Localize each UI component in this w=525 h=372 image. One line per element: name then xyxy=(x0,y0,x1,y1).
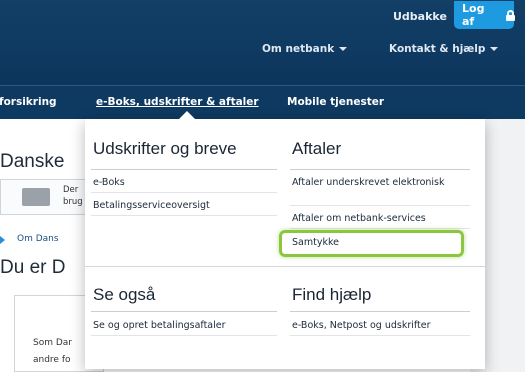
separator xyxy=(91,215,277,216)
info-text-line-2: andre fo xyxy=(33,355,71,365)
link-aftaler-underskrevet[interactable]: Aftaler underskrevet elektronisk xyxy=(292,177,462,189)
link-eboks[interactable]: e-Boks xyxy=(93,177,125,189)
arrow-right-icon xyxy=(0,236,5,244)
eboks-dropdown-menu: Udskrifter og breve e-Boks Betalingsserv… xyxy=(85,119,485,369)
menu-item-forsikring[interactable]: forsikring xyxy=(0,96,57,108)
link-eboks-netpost[interactable]: e-Boks, Netpost og udskrifter xyxy=(292,320,431,332)
info-text-line-1: Som Dar xyxy=(33,338,72,348)
find-hjaelp-rule xyxy=(290,311,470,312)
se-ogsaa-heading: Se også xyxy=(93,285,156,304)
dropdown-divider xyxy=(85,266,485,267)
se-ogsaa-rule xyxy=(91,311,277,312)
separator xyxy=(91,192,277,193)
om-danske-link[interactable]: Om Dans xyxy=(17,234,59,244)
user-name: Udbakke xyxy=(393,10,447,23)
link-betalingsaftaler[interactable]: Se og opret betalingsaftaler xyxy=(93,320,226,332)
samtykke-highlight xyxy=(279,230,464,257)
menu-item-eboks[interactable]: e-Boks, udskrifter & aftaler xyxy=(96,96,259,108)
find-hjaelp-heading: Find hjælp xyxy=(292,285,372,304)
promo-text-line-1: Der xyxy=(63,185,79,195)
nav-kontakt-label: Kontakt & hjælp xyxy=(389,43,486,55)
chevron-down-icon xyxy=(490,47,499,51)
logoff-label: Log af xyxy=(462,2,485,28)
separator xyxy=(290,205,470,206)
aftaler-heading: Aftaler xyxy=(292,139,342,158)
header-bar: Udbakke Log af Om netbank Kontakt & hjæl… xyxy=(0,0,525,85)
menu-pointer xyxy=(179,111,195,119)
separator xyxy=(290,335,470,336)
chevron-down-icon xyxy=(339,47,348,51)
menu-item-mobile[interactable]: Mobile tjenester xyxy=(287,96,384,108)
nav-om-netbank-label: Om netbank xyxy=(262,43,335,55)
main-menu-bar: forsikring e-Boks, udskrifter & aftaler … xyxy=(0,85,525,119)
link-aftaler-netbank-services[interactable]: Aftaler om netbank-services xyxy=(292,213,426,225)
nav-kontakt-hjaelp[interactable]: Kontakt & hjælp xyxy=(389,43,499,55)
section-heading: Du er D xyxy=(0,257,66,278)
separator xyxy=(91,335,277,336)
link-betalingsserviceoversigt[interactable]: Betalingsserviceoversigt xyxy=(93,200,210,212)
udskrifter-heading: Udskrifter og breve xyxy=(93,139,237,158)
aftaler-rule xyxy=(290,169,470,170)
udskrifter-rule xyxy=(91,169,277,170)
logoff-button[interactable]: Log af xyxy=(454,1,515,29)
nav-om-netbank[interactable]: Om netbank xyxy=(262,43,348,55)
separator xyxy=(290,228,470,229)
page-heading: Danske xyxy=(0,151,65,172)
promo-text-line-2: brug xyxy=(63,197,83,207)
lock-icon xyxy=(505,9,515,21)
promo-thumbnail xyxy=(22,188,50,206)
